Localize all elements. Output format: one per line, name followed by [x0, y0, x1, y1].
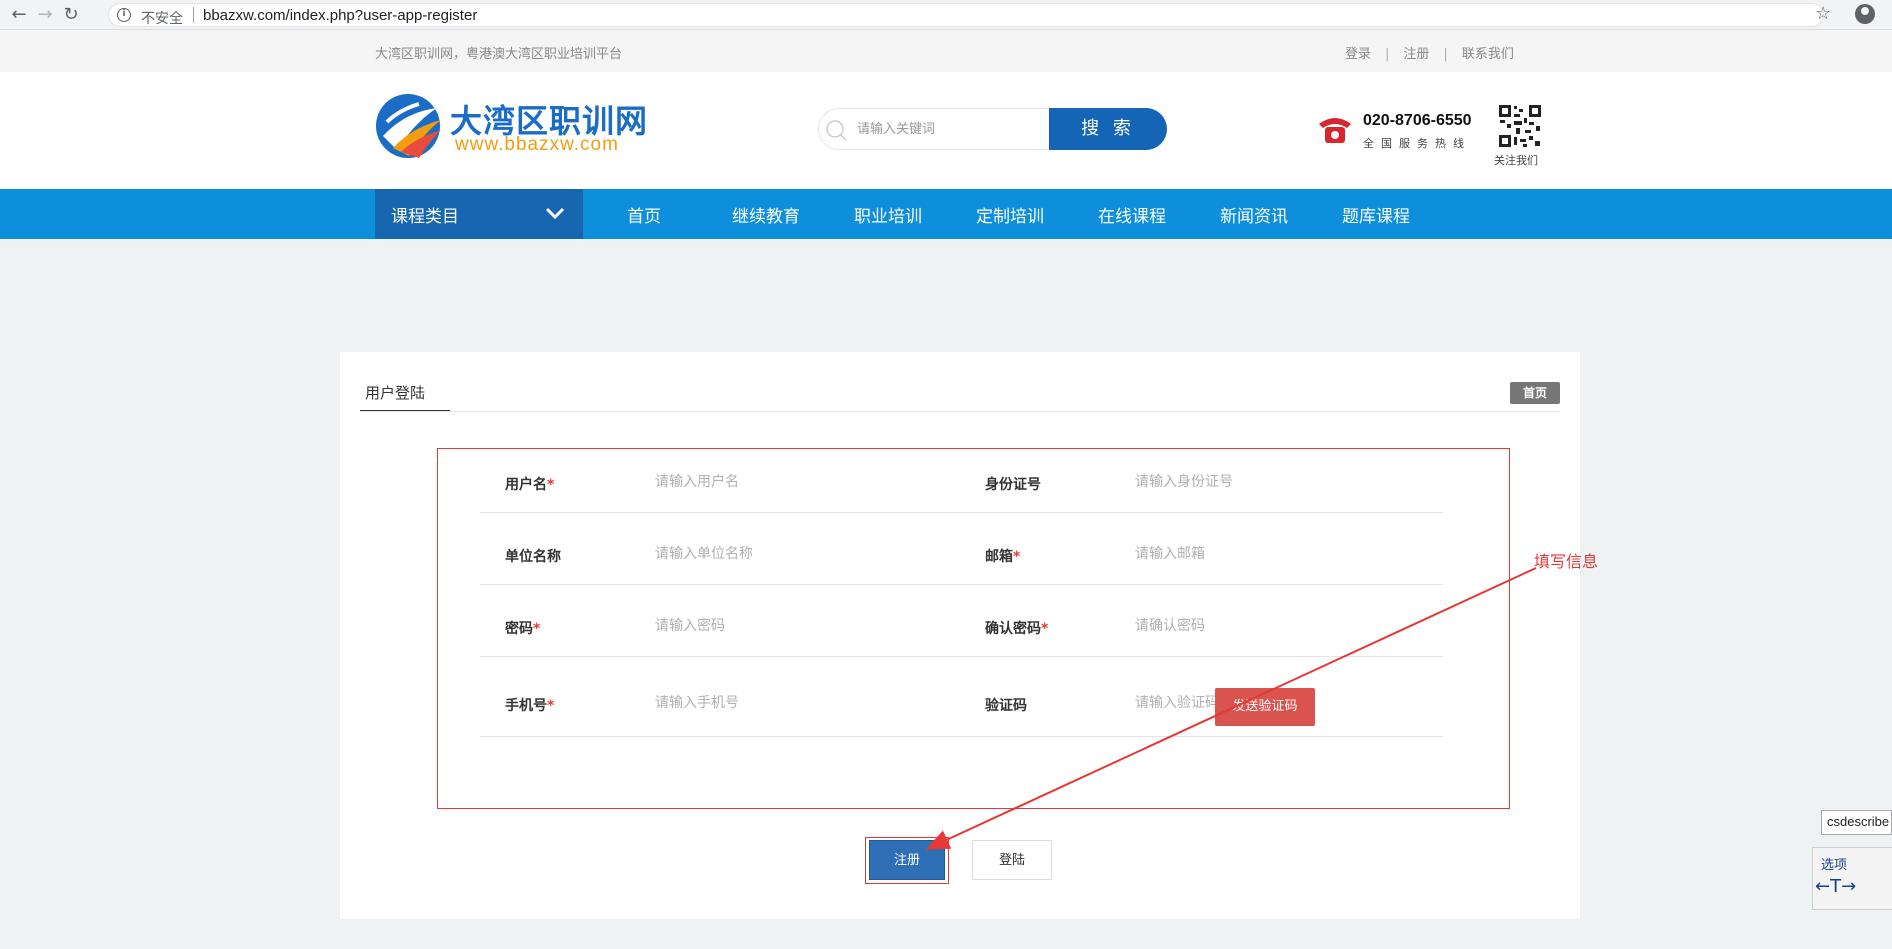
id-number-label: 身份证号: [985, 477, 1041, 493]
chevron-down-icon: [545, 207, 565, 220]
search-icon: [826, 120, 847, 141]
phone-label: 手机号*: [505, 698, 555, 714]
qr-code-icon: [1498, 104, 1542, 148]
browser-toolbar: ← → ↻ i 不安全 bbazxw.com/index.php?user-ap…: [0, 0, 1892, 30]
company-label: 单位名称: [505, 549, 561, 565]
home-badge[interactable]: 首页: [1510, 382, 1560, 404]
search-input[interactable]: [857, 118, 1057, 140]
profile-icon[interactable]: [1855, 4, 1875, 24]
nav-item-news[interactable]: 新闻资讯: [1220, 202, 1288, 227]
register-form: 用户名* 身份证号 单位名称 邮箱* 密码* 确认密码* 手机号* 验证码 发送…: [437, 448, 1510, 809]
password-input[interactable]: [655, 615, 855, 637]
hotline-label: 全国服务热线: [1363, 137, 1471, 150]
widget-options[interactable]: 选项: [1821, 854, 1847, 873]
top-link-register[interactable]: 注册: [1403, 47, 1429, 62]
form-row: 用户名* 身份证号: [480, 449, 1443, 513]
verify-code-label: 验证码: [985, 698, 1027, 714]
search-box: 搜 索: [818, 108, 1167, 150]
register-button[interactable]: 注册: [869, 840, 945, 880]
id-number-input[interactable]: [1135, 471, 1335, 493]
nav-item-home[interactable]: 首页: [627, 202, 661, 227]
form-row: 单位名称 邮箱*: [480, 521, 1443, 585]
send-code-button[interactable]: 发送验证码: [1215, 688, 1315, 726]
security-label: 不安全: [141, 11, 183, 27]
top-link-separator: |: [1385, 47, 1390, 62]
site-slogan: 大湾区职训网，粤港澳大湾区职业培训平台: [375, 47, 623, 62]
floating-input[interactable]: csdescribe: [1821, 810, 1892, 835]
logo-text-en: www.bbazxw.com: [455, 134, 619, 155]
email-label: 邮箱*: [985, 549, 1021, 565]
company-input[interactable]: [655, 543, 855, 565]
confirm-password-input[interactable]: [1135, 615, 1335, 637]
bookmark-star-icon[interactable]: ☆: [1815, 3, 1831, 24]
site-logo-icon[interactable]: [375, 92, 445, 160]
hotline-number: 020-8706-6550: [1363, 112, 1472, 129]
phone-input[interactable]: [655, 692, 855, 714]
tab-divider: [360, 411, 1560, 412]
back-arrow-icon[interactable]: ←: [8, 4, 30, 26]
forward-arrow-icon[interactable]: →: [34, 4, 56, 26]
top-link-separator: |: [1443, 47, 1448, 62]
confirm-password-label: 确认密码*: [985, 621, 1049, 637]
top-strip: 大湾区职训网，粤港澳大湾区职业培训平台 登录 | 注册 | 联系我们: [0, 30, 1892, 72]
reload-icon[interactable]: ↻: [60, 4, 82, 26]
nav-item-online-courses[interactable]: 在线课程: [1098, 202, 1166, 227]
address-bar[interactable]: i 不安全 bbazxw.com/index.php?user-app-regi…: [108, 3, 1824, 27]
form-row: 手机号* 验证码 发送验证码: [480, 665, 1443, 737]
text-resize-icon[interactable]: ←T→: [1815, 876, 1856, 897]
top-link-contact[interactable]: 联系我们: [1462, 47, 1514, 62]
qr-label: 关注我们: [1494, 154, 1538, 167]
username-label: 用户名*: [505, 477, 555, 493]
url-text[interactable]: bbazxw.com/index.php?user-app-register: [203, 7, 477, 24]
category-menu[interactable]: 课程类目: [375, 189, 583, 239]
phone-icon: [1319, 118, 1351, 143]
tab-user-login[interactable]: 用户登陆: [360, 382, 450, 412]
register-card: 用户登陆 首页 用户名* 身份证号 单位名称 邮箱* 密码* 确认密码* 手机号…: [340, 352, 1580, 919]
password-label: 密码*: [505, 621, 541, 637]
verify-code-input[interactable]: [1135, 692, 1215, 714]
site-header: 大湾区职训网 www.bbazxw.com 搜 索 020-8706-6550 …: [0, 72, 1892, 189]
category-label: 课程类目: [391, 207, 459, 227]
top-links: 登录 | 注册 | 联系我们: [1345, 43, 1514, 62]
form-row: 密码* 确认密码*: [480, 593, 1443, 657]
nav-item-question-bank[interactable]: 题库课程: [1342, 202, 1410, 227]
login-button[interactable]: 登陆: [972, 840, 1052, 880]
search-button[interactable]: 搜 索: [1049, 108, 1167, 150]
nav-item-custom-training[interactable]: 定制培训: [976, 202, 1044, 227]
username-input[interactable]: [655, 471, 855, 493]
top-link-login[interactable]: 登录: [1345, 47, 1371, 62]
floating-widget: 选项 ←T→: [1812, 847, 1892, 910]
nav-item-continuing-education[interactable]: 继续教育: [732, 202, 800, 227]
email-input[interactable]: [1135, 543, 1335, 565]
nav-item-vocational-training[interactable]: 职业培训: [854, 202, 922, 227]
info-icon[interactable]: i: [117, 8, 131, 22]
address-separator: [193, 7, 194, 23]
annotation-label: 填写信息: [1534, 552, 1599, 571]
main-nav: 课程类目 首页 继续教育 职业培训 定制培训 在线课程 新闻资讯 题库课程: [0, 189, 1892, 239]
